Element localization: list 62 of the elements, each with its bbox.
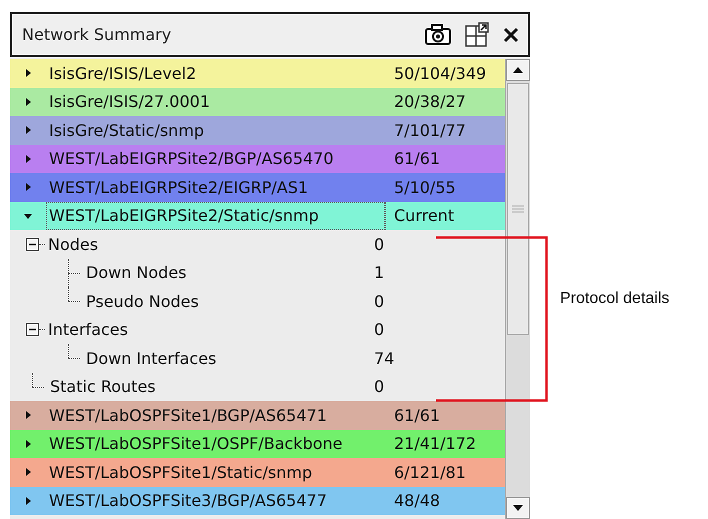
protocol-row[interactable]: WEST/LabOSPFSite1/BGP/AS65471 61/61 — [10, 401, 505, 430]
tree-item-value: 74 — [374, 348, 396, 368]
expand-triangle-icon[interactable] — [23, 467, 33, 478]
protocol-label: WEST/LabOSPFSite1/Static/snmp — [48, 462, 314, 484]
tree-item-value: 0 — [374, 377, 386, 396]
detach-window-icon[interactable] — [464, 22, 490, 48]
tree-item-value: 0 — [374, 292, 386, 311]
callout-label: Protocol details — [560, 290, 670, 308]
protocol-value: 50/104/349 — [393, 62, 488, 85]
camera-icon[interactable] — [424, 22, 452, 46]
protocol-value: 48/48 — [393, 490, 442, 512]
close-icon[interactable] — [502, 26, 520, 44]
protocol-label: WEST/LabEIGRPSite2/EIGRP/AS1 — [48, 176, 310, 199]
protocol-label: IsisGre/Static/snmp — [48, 120, 206, 142]
protocol-row[interactable]: WEST/LabOSPFSite1/OSPF/Backbone 21/41/172 — [10, 430, 505, 458]
expand-triangle-icon[interactable] — [23, 68, 33, 78]
protocol-label: IsisGre/ISIS/Level2 — [48, 62, 198, 85]
expand-triangle-icon[interactable] — [23, 438, 33, 449]
expand-triangle-icon[interactable] — [23, 410, 33, 420]
expand-triangle-icon[interactable] — [23, 125, 33, 136]
tree-item-value: 1 — [374, 263, 386, 282]
down-arrow-icon — [513, 505, 523, 511]
tree-item-label[interactable]: Interfaces — [48, 320, 374, 340]
protocol-label: WEST/LabEIGRPSite2/BGP/AS65470 — [48, 148, 335, 170]
panel-title: Network Summary — [22, 25, 172, 44]
protocol-value: 5/10/55 — [393, 176, 457, 199]
collapse-box-icon[interactable] — [26, 323, 39, 336]
protocol-label: WEST/LabOSPFSite1/OSPF/Backbone — [48, 433, 344, 456]
tree-item-label[interactable]: Static Routes — [50, 377, 374, 396]
collapse-box-icon[interactable] — [26, 238, 39, 251]
protocol-row[interactable]: WEST/LabEIGRPSite2/BGP/AS65470 61/61 — [10, 144, 505, 173]
protocol-value: 6/121/81 — [393, 462, 467, 484]
tree-item-label[interactable]: Down Interfaces — [86, 348, 374, 368]
scroll-up-button[interactable] — [506, 59, 530, 81]
protocol-row[interactable]: IsisGre/ISIS/27.0001 20/38/27 — [10, 88, 505, 116]
protocol-label: IsisGre/ISIS/27.0001 — [48, 91, 211, 114]
protocol-value: 7/101/77 — [393, 120, 467, 142]
scroll-down-button[interactable] — [506, 497, 530, 519]
expand-triangle-icon[interactable] — [23, 496, 33, 506]
protocol-row[interactable]: IsisGre/Static/snmp 7/101/77 — [10, 116, 505, 144]
protocol-row[interactable]: WEST/LabOSPFSite3/BGP/AS65477 48/48 — [10, 486, 505, 515]
tree-item-value: 0 — [374, 234, 386, 254]
tree-item-label[interactable]: Nodes — [48, 234, 374, 254]
protocol-row[interactable]: WEST/LabEIGRPSite2/EIGRP/AS1 5/10/55 — [10, 173, 505, 202]
tree-item-label[interactable]: Down Nodes — [86, 263, 374, 282]
tree-item-label[interactable]: Pseudo Nodes — [86, 292, 374, 311]
protocol-value: 61/61 — [393, 404, 442, 427]
protocol-label: WEST/LabOSPFSite3/BGP/AS65477 — [48, 490, 328, 512]
tree-item-value: 0 — [374, 320, 386, 340]
protocol-value: 21/41/172 — [393, 433, 478, 456]
scroll-thumb[interactable] — [507, 83, 529, 335]
expand-triangle-icon[interactable] — [23, 96, 33, 107]
protocol-value: 20/38/27 — [393, 91, 467, 114]
scrollbar[interactable] — [505, 59, 530, 519]
protocol-row[interactable]: WEST/LabEIGRPSite2/Static/snmp Current — [10, 202, 505, 230]
protocol-row[interactable]: WEST/LabOSPFSite1/Static/snmp 6/121/81 — [10, 458, 505, 486]
expand-triangle-icon[interactable] — [23, 154, 33, 164]
protocol-label: WEST/LabOSPFSite1/BGP/AS65471 — [48, 404, 328, 427]
up-arrow-icon — [513, 67, 523, 73]
protocol-label: WEST/LabEIGRPSite2/Static/snmp — [46, 202, 385, 230]
protocol-value: 61/61 — [393, 148, 442, 170]
protocol-row[interactable]: IsisGre/ISIS/Level2 50/104/349 — [10, 59, 505, 88]
